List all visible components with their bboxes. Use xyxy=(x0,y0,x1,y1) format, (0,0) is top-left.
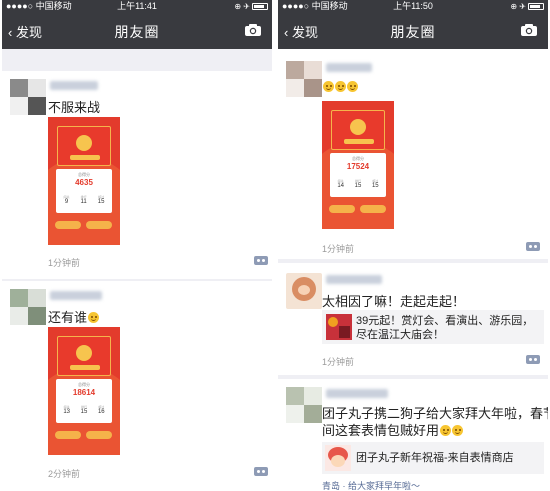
avatar[interactable] xyxy=(10,289,46,325)
avatar[interactable] xyxy=(286,273,322,309)
emoji-icon xyxy=(88,312,100,323)
post-time: 2分钟前 xyxy=(48,469,81,479)
post-text: 太相因了嘛！走起走起！ xyxy=(322,294,466,309)
shared-sticker-card[interactable]: 团子丸子新年祝福-来自表情商店 xyxy=(322,442,544,474)
camera-icon[interactable] xyxy=(520,23,538,37)
emoji-icon xyxy=(440,425,452,436)
post-text xyxy=(322,79,358,94)
emoji-icon xyxy=(335,81,346,92)
status-bar: ●●●●○ 中国移动 上午11:41 ⊕ ✈ xyxy=(2,0,272,13)
username-blurred[interactable] xyxy=(50,291,102,300)
moments-feed: 不服来战 总得分 4635 闯关 9 排行 11 超过 15 1分钟前 还有谁 … xyxy=(2,49,272,491)
moment-post: 太相因了嘛！走起走起！ 39元起！赏灯会、看演出、游乐园， 尽在温江大庙会！ 1分… xyxy=(278,263,548,375)
clock: 上午11:50 xyxy=(393,1,433,11)
avatar[interactable] xyxy=(10,79,46,115)
game-screenshot[interactable]: 总得分 17524 闯关 14 排行 15 超过 15 xyxy=(322,101,394,229)
score-card: 总得分 4635 闯关 9 排行 11 超过 15 xyxy=(56,169,112,213)
avatar[interactable] xyxy=(286,387,322,423)
post-text: 还有谁 xyxy=(48,307,100,326)
status-bar: ●●●●○ 中国移动 上午11:50 ⊕ ✈ xyxy=(278,0,548,13)
game-screenshot[interactable]: 总得分 18614 闯关 13 排行 15 超过 16 xyxy=(48,327,120,455)
avatar[interactable] xyxy=(286,61,322,97)
sticker-title: 团子丸子新年祝福-来自表情商店 xyxy=(356,452,514,464)
clock: 上午11:41 xyxy=(117,1,157,11)
battery-icon xyxy=(528,3,544,11)
link-title: 39元起！赏灯会、看演出、游乐园， xyxy=(356,315,534,327)
username-blurred[interactable] xyxy=(326,275,382,284)
username-blurred[interactable] xyxy=(326,63,372,72)
username-blurred[interactable] xyxy=(50,81,98,90)
link-thumbnail xyxy=(326,314,352,340)
comment-menu-icon[interactable] xyxy=(254,467,268,476)
camera-icon[interactable] xyxy=(244,23,262,37)
game-screenshot[interactable]: 总得分 4635 闯关 9 排行 11 超过 15 xyxy=(48,117,120,245)
score-card: 总得分 18614 闯关 13 排行 15 超过 16 xyxy=(56,379,112,423)
moment-post: 不服来战 总得分 4635 闯关 9 排行 11 超过 15 1分钟前 xyxy=(2,71,272,279)
nav-bar: ‹ 发现 朋友圈 xyxy=(2,13,272,49)
left-screen: ●●●●○ 中国移动 上午11:41 ⊕ ✈ ‹ 发现 朋友圈 不服来战 总得分 xyxy=(2,0,272,491)
red-envelope-icon xyxy=(57,336,111,376)
post-time: 1分钟前 xyxy=(322,244,355,254)
emoji-icon xyxy=(323,81,334,92)
status-icons: ⊕ ✈ xyxy=(510,0,544,13)
status-icons: ⊕ ✈ xyxy=(234,0,268,13)
comment-menu-icon[interactable] xyxy=(254,256,268,265)
moments-feed: 总得分 17524 闯关 14 排行 15 超过 15 1分钟前 太相因了嘛！走… xyxy=(278,49,548,491)
comment-menu-icon[interactable] xyxy=(526,355,540,364)
sticker-thumbnail xyxy=(325,445,351,471)
page-title: 朋友圈 xyxy=(114,24,160,40)
link-title-line2: 尽在温江大庙会！ xyxy=(356,329,444,341)
post-text: 团子丸子携二狗子给大家拜大年啦，春节期 间这套表情包贼好用 xyxy=(322,406,548,438)
battery-icon xyxy=(252,3,268,11)
moment-post: 总得分 17524 闯关 14 排行 15 超过 15 1分钟前 xyxy=(278,49,548,259)
moment-post: 团子丸子携二狗子给大家拜大年啦，春节期 间这套表情包贼好用 团子丸子新年祝福-来… xyxy=(278,379,548,491)
comment-menu-icon[interactable] xyxy=(526,242,540,251)
moment-post: 还有谁 总得分 18614 闯关 13 排行 15 超过 16 2分钟前 xyxy=(2,281,272,491)
post-time: 1分钟前 xyxy=(48,258,81,268)
page-title: 朋友圈 xyxy=(390,24,436,40)
red-envelope-icon xyxy=(331,110,385,150)
post-text: 不服来战 xyxy=(48,100,101,115)
score-card: 总得分 17524 闯关 14 排行 15 超过 15 xyxy=(330,153,386,197)
emoji-icon xyxy=(452,425,464,436)
red-envelope-icon xyxy=(57,126,111,166)
location-link[interactable]: 青岛 · 给大家拜早年啦～ xyxy=(322,479,420,491)
post-time: 1分钟前 xyxy=(322,357,355,367)
nav-bar: ‹ 发现 朋友圈 xyxy=(278,13,548,49)
emoji-icon xyxy=(347,81,358,92)
username-blurred[interactable] xyxy=(326,389,388,398)
right-screen: ●●●●○ 中国移动 上午11:50 ⊕ ✈ ‹ 发现 朋友圈 总得分 1752… xyxy=(278,0,548,491)
shared-link-card[interactable]: 39元起！赏灯会、看演出、游乐园， 尽在温江大庙会！ xyxy=(322,310,544,344)
